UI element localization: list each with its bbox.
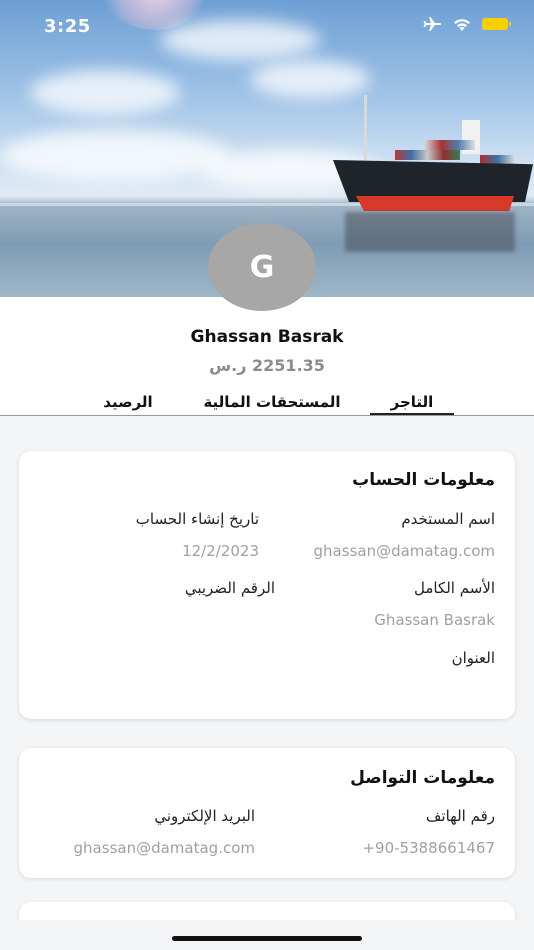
address-label: العنوان <box>451 649 495 667</box>
profile-name: Ghassan Basrak <box>190 327 344 347</box>
fullname-label: الأسم الكامل <box>413 579 495 597</box>
tab-financial-dues[interactable]: المستحقات المالية <box>192 393 352 411</box>
cloud <box>250 60 370 98</box>
account-info-card: معلومات الحساب اسم المستخدم ghassan@dama… <box>19 451 515 719</box>
email-value: ghassan@damatag.com <box>73 839 255 857</box>
containers <box>395 150 460 160</box>
tab-balance[interactable]: الرصيد <box>96 393 160 411</box>
tabs-divider <box>0 415 534 416</box>
phone-label: رقم الهاتف <box>425 807 495 825</box>
profile-balance: 2251.35 ر.س <box>209 356 325 375</box>
phone-value: +90-5388661467 <box>362 839 495 857</box>
bottom-area <box>0 920 534 950</box>
contact-info-title: معلومات التواصل <box>350 768 495 788</box>
username-value: ghassan@damatag.com <box>313 542 495 560</box>
tab-bar: التاجر المستحقات المالية الرصيد <box>0 393 534 416</box>
battery-icon <box>482 18 511 30</box>
username-label: اسم المستخدم <box>401 510 495 528</box>
avatar-letter: G <box>249 249 275 285</box>
tab-merchant[interactable]: التاجر <box>370 393 454 411</box>
wifi-icon <box>454 18 470 31</box>
status-bar: 3:25 <box>0 0 534 50</box>
status-icons <box>422 16 511 32</box>
created-date-label: تاريخ إنشاء الحساب <box>135 510 259 528</box>
email-label: البريد الإلكتروني <box>154 807 255 825</box>
created-date-value: 12/2/2023 <box>182 542 259 560</box>
status-time: 3:25 <box>44 16 91 37</box>
cloud <box>30 70 180 115</box>
avatar[interactable]: G <box>208 223 316 311</box>
ship-hull-red <box>356 196 514 211</box>
tax-number-label: الرقم الضريبي <box>184 579 275 597</box>
containers <box>425 140 475 150</box>
contact-info-card: معلومات التواصل رقم الهاتف +90-538866146… <box>19 748 515 878</box>
ship-hull <box>333 160 533 202</box>
airplane-icon <box>423 17 441 31</box>
account-info-title: معلومات الحساب <box>352 470 495 490</box>
ship-mast <box>364 95 367 160</box>
home-indicator[interactable] <box>172 936 362 941</box>
fullname-value: Ghassan Basrak <box>374 611 495 629</box>
ship-reflection <box>345 212 515 252</box>
cloud <box>0 130 230 180</box>
